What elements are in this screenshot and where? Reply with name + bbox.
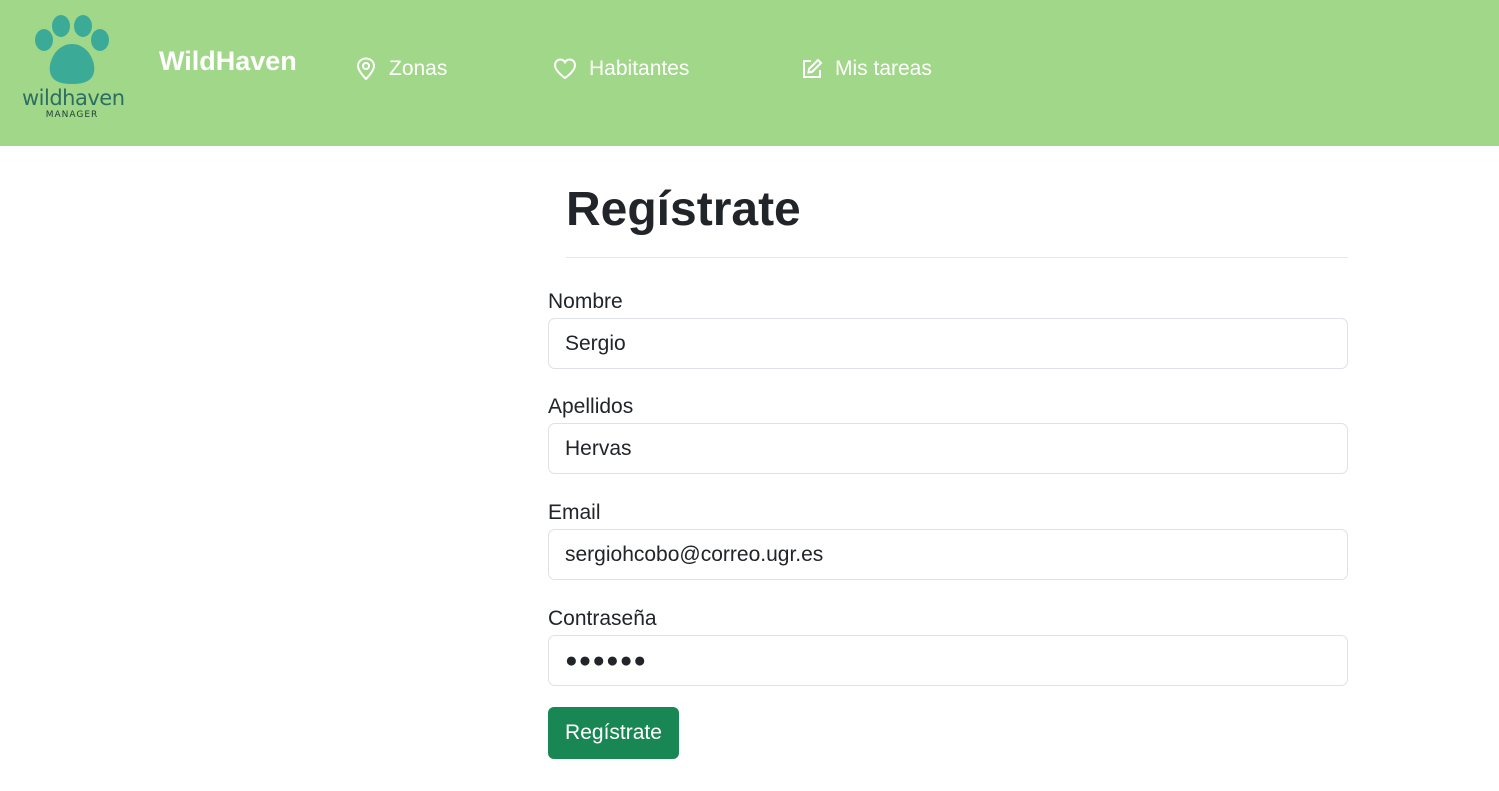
logo-wordmark: wildhaven [22,86,125,110]
register-button[interactable]: Regístrate [548,707,679,759]
apellidos-input[interactable] [548,423,1348,474]
email-input[interactable] [548,529,1348,580]
page-title: Regístrate [566,183,801,236]
apellidos-label: Apellidos [548,395,634,418]
password-label: Contraseña [548,607,657,630]
heart-icon [553,58,577,80]
paw-icon [35,15,109,84]
edit-icon [803,58,823,78]
nav-item-zonas[interactable]: Zonas [355,52,447,86]
nav-label-mis-tareas: Mis tareas [835,57,932,80]
map-pin-icon [356,57,376,81]
logo-subtitle: MANAGER [45,110,99,120]
title-divider [566,257,1348,258]
app-logo[interactable]: wildhaven MANAGER [22,14,125,124]
password-input[interactable] [548,635,1348,686]
email-label: Email [548,501,601,524]
nombre-input[interactable] [548,318,1348,369]
brand-name[interactable]: WildHaven [159,46,297,77]
navbar: wildhaven MANAGER WildHaven Zonas Habita… [0,0,1499,146]
nombre-label: Nombre [548,290,623,313]
nav-item-mis-tareas[interactable]: Mis tareas [801,52,932,86]
nav-label-habitantes: Habitantes [589,57,690,80]
nav-item-habitantes[interactable]: Habitantes [553,52,689,86]
nav-label-zonas: Zonas [389,57,448,80]
